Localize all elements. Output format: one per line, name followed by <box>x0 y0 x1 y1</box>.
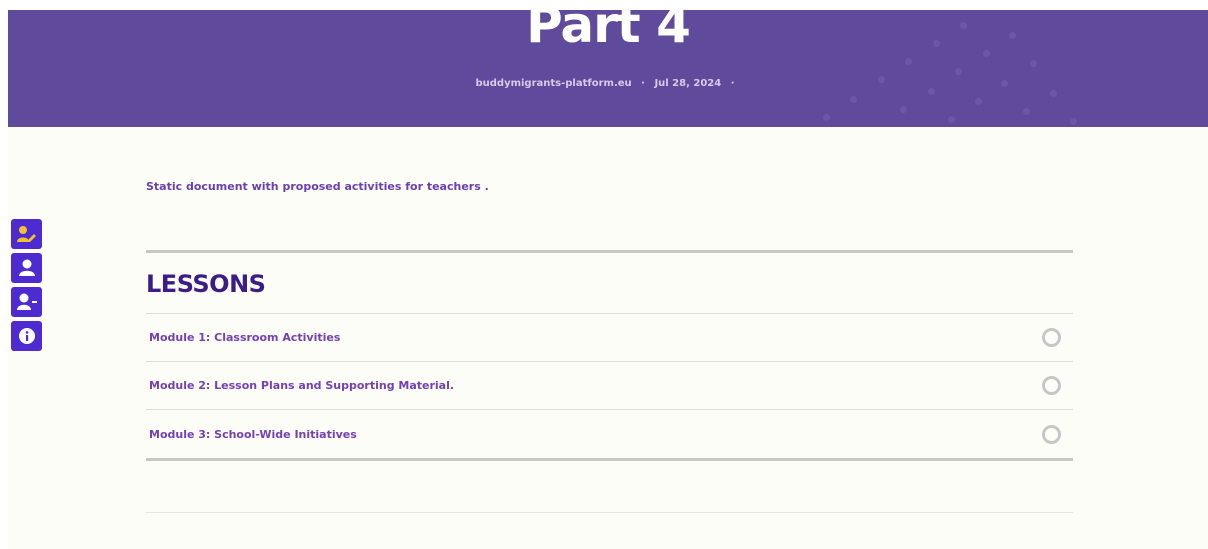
user-remove-button[interactable] <box>11 287 42 317</box>
divider <box>146 512 1073 513</box>
lessons-heading: LESSONS <box>146 253 1073 314</box>
lesson-row[interactable]: Module 2: Lesson Plans and Supporting Ma… <box>146 362 1073 410</box>
post-date: Jul 28, 2024 <box>654 78 722 89</box>
incomplete-status-icon <box>1042 424 1061 444</box>
incomplete-status-icon <box>1042 328 1061 347</box>
info-button[interactable] <box>11 321 42 351</box>
user-edit-button[interactable] <box>11 219 42 249</box>
hero-banner: Part 4 buddymigrants-platform.eu · Jul 2… <box>8 10 1208 127</box>
meta-separator: · <box>641 78 645 89</box>
lesson-row[interactable]: Module 1: Classroom Activities <box>146 314 1073 362</box>
lesson-row[interactable]: Module 3: School-Wide Initiatives <box>146 410 1073 458</box>
meta-separator: · <box>730 78 735 89</box>
page: Part 4 buddymigrants-platform.eu · Jul 2… <box>8 10 1208 549</box>
course-description: Static document with proposed activities… <box>146 180 489 193</box>
lessons-section: LESSONS Module 1: Classroom Activities M… <box>146 250 1073 461</box>
page-title: Part 4 <box>526 10 691 54</box>
lesson-title[interactable]: Module 2: Lesson Plans and Supporting Ma… <box>149 379 454 392</box>
side-toolbar <box>11 219 42 355</box>
post-meta: buddymigrants-platform.eu · Jul 28, 2024… <box>8 78 1208 89</box>
user-profile-button[interactable] <box>11 253 42 283</box>
lesson-title[interactable]: Module 1: Classroom Activities <box>149 331 340 344</box>
lesson-title[interactable]: Module 3: School-Wide Initiatives <box>149 428 357 441</box>
incomplete-status-icon <box>1042 376 1061 395</box>
site-link[interactable]: buddymigrants-platform.eu <box>475 78 631 89</box>
